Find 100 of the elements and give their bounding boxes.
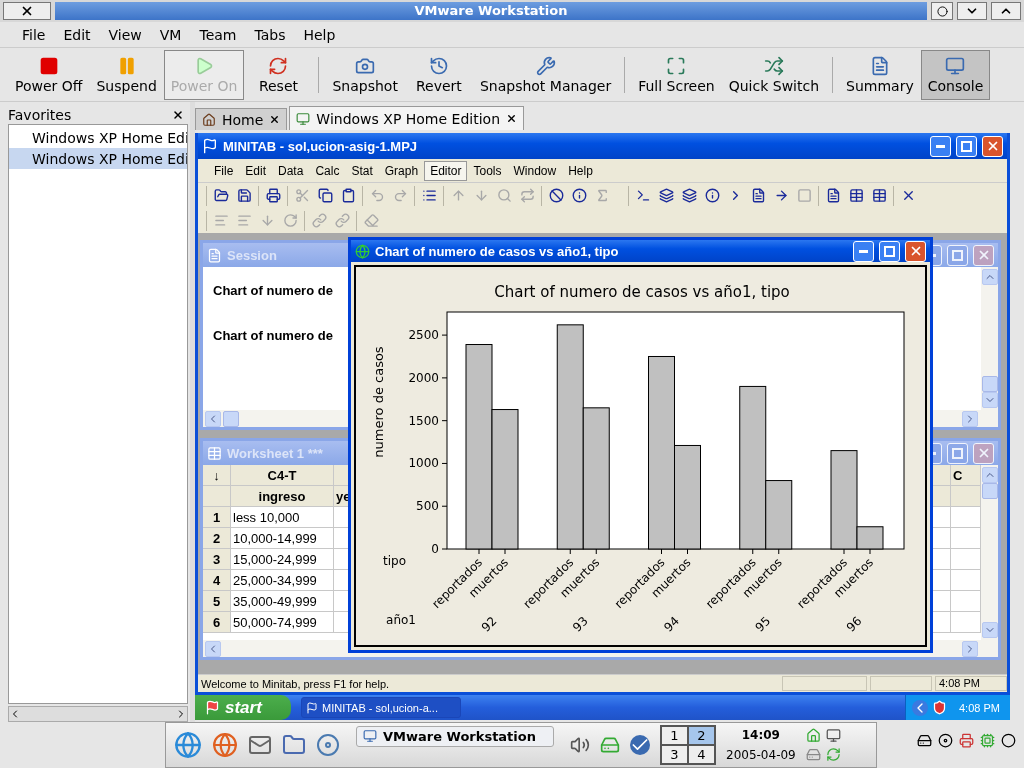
- toolbar-button[interactable]: Snapshot Manager: [472, 49, 619, 100]
- sidebar-item[interactable]: Windows XP Home Edi: [9, 148, 187, 169]
- close-button[interactable]: [3, 2, 51, 20]
- table-cell[interactable]: [951, 549, 981, 570]
- terminal-icon: [635, 188, 651, 203]
- disc-icon[interactable]: [316, 733, 340, 757]
- menu-item[interactable]: File: [14, 24, 54, 45]
- scroll-up-button[interactable]: [981, 269, 998, 285]
- desktop-button[interactable]: 1: [661, 726, 688, 745]
- menu-item[interactable]: Edit: [55, 24, 99, 45]
- circle-button[interactable]: [931, 2, 953, 20]
- menu-item[interactable]: Help: [295, 24, 344, 45]
- scroll-down-button[interactable]: [981, 392, 998, 408]
- menu-item[interactable]: Stat: [345, 160, 379, 181]
- desktop-button[interactable]: 3: [661, 745, 688, 764]
- tab[interactable]: Home: [195, 108, 288, 130]
- browser-icon[interactable]: [212, 732, 238, 758]
- toolbar-button[interactable]: Revert: [404, 49, 473, 100]
- menu-item[interactable]: Team: [191, 24, 245, 45]
- desktop-button[interactable]: 4: [688, 745, 715, 764]
- category-label: 93: [570, 613, 591, 635]
- table-cell[interactable]: [951, 507, 981, 528]
- kde-menu-icon[interactable]: [174, 731, 202, 759]
- drive-icon[interactable]: [600, 735, 620, 755]
- table-cell[interactable]: [951, 591, 981, 612]
- scroll-right-button[interactable]: [962, 410, 978, 427]
- toolbar-button[interactable]: Summary: [839, 49, 921, 100]
- scroll-left-button[interactable]: [205, 640, 221, 657]
- shield-icon[interactable]: [932, 700, 947, 715]
- folder-icon[interactable]: [282, 733, 306, 757]
- vertical-scrollbar[interactable]: [981, 267, 998, 410]
- expand-icon[interactable]: [912, 699, 928, 716]
- drive-icon[interactable]: [805, 747, 821, 762]
- tick-label: 1500: [408, 413, 439, 428]
- column-name[interactable]: ingreso: [231, 486, 334, 507]
- menu-item[interactable]: Tabs: [246, 24, 294, 45]
- menu-item[interactable]: VM: [151, 24, 190, 45]
- table-cell[interactable]: [951, 612, 981, 633]
- toolbar-button[interactable]: Snapshot: [325, 49, 405, 100]
- close-icon[interactable]: [172, 109, 184, 121]
- taskbar-button[interactable]: VMware Workstation: [356, 725, 554, 747]
- scroll-up-button[interactable]: [981, 467, 998, 483]
- table-cell[interactable]: 25,000-34,999: [231, 570, 334, 591]
- maximize-button[interactable]: [991, 2, 1021, 20]
- toolbar-button[interactable]: Power Off: [8, 49, 90, 100]
- scroll-down-button[interactable]: [981, 622, 998, 638]
- minimize-button[interactable]: [957, 2, 987, 20]
- app-icon: [202, 138, 218, 154]
- monitor-icon[interactable]: [825, 728, 841, 743]
- speaker-icon[interactable]: [570, 735, 590, 755]
- row-header: 6: [203, 612, 231, 633]
- menu-item[interactable]: Edit: [239, 160, 273, 181]
- tab[interactable]: Windows XP Home Edition: [289, 106, 524, 130]
- taskbar-button[interactable]: MINITAB - sol,ucion-a...: [301, 697, 461, 718]
- scroll-thumb[interactable]: [981, 376, 998, 392]
- menu-item[interactable]: Graph: [378, 160, 425, 181]
- scroll-right-button[interactable]: [962, 640, 978, 657]
- menu-item[interactable]: Editor: [424, 160, 468, 181]
- column-header[interactable]: ↓: [203, 465, 231, 486]
- scroll-thumb[interactable]: [223, 410, 239, 427]
- network-icon[interactable]: [980, 732, 995, 748]
- mail-icon[interactable]: [248, 733, 272, 757]
- toolbar-button[interactable]: Console: [920, 49, 991, 100]
- desktop-button[interactable]: 2: [688, 726, 715, 745]
- arrow-icon: [773, 188, 789, 203]
- toolbar-button[interactable]: Reset: [244, 49, 313, 100]
- link-icon: [311, 213, 327, 228]
- menu-item[interactable]: Calc: [309, 160, 346, 181]
- table-cell[interactable]: 50,000-74,999: [231, 612, 334, 633]
- close-icon[interactable]: [269, 114, 281, 125]
- table-cell[interactable]: 15,000-24,999: [231, 549, 334, 570]
- close-icon[interactable]: [506, 113, 517, 124]
- circle-icon[interactable]: [1001, 732, 1016, 748]
- link-icon: [334, 213, 350, 228]
- menu-item[interactable]: Data: [272, 160, 310, 181]
- table-cell[interactable]: 35,000-49,999: [231, 591, 334, 612]
- scroll-thumb[interactable]: [981, 483, 998, 499]
- table-cell[interactable]: [951, 528, 981, 549]
- table-cell[interactable]: [951, 570, 981, 591]
- check-icon[interactable]: [630, 735, 650, 755]
- circle-icon: [936, 5, 948, 17]
- column-header[interactable]: C: [951, 465, 981, 486]
- toolbar-button[interactable]: Quick Switch: [721, 49, 827, 100]
- menu-item[interactable]: Help: [562, 160, 599, 181]
- toolbar-button[interactable]: Suspend: [89, 49, 164, 100]
- toolbar-button[interactable]: Full Screen: [631, 49, 722, 100]
- scroll-left-button[interactable]: [205, 410, 221, 427]
- table-cell[interactable]: 10,000-14,999: [231, 528, 334, 549]
- vertical-scrollbar[interactable]: [981, 465, 998, 640]
- menu-item[interactable]: Window: [507, 160, 563, 181]
- menu-item[interactable]: View: [100, 24, 150, 45]
- table-cell[interactable]: less 10,000: [231, 507, 334, 528]
- cd-icon[interactable]: [938, 732, 953, 748]
- sidebar-item[interactable]: Windows XP Home Edi: [9, 127, 187, 148]
- menu-item[interactable]: Tools: [467, 160, 508, 181]
- menu-item[interactable]: File: [208, 160, 240, 181]
- window-title: VMware Workstation: [55, 2, 927, 20]
- printer-icon[interactable]: [959, 732, 974, 748]
- horizontal-scrollbar[interactable]: [8, 706, 188, 722]
- column-header[interactable]: C4-T: [231, 465, 334, 486]
